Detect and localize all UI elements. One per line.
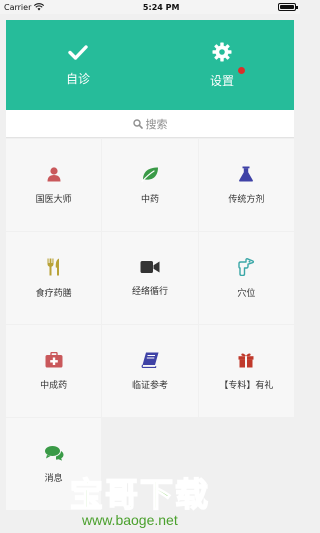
gift-icon [238, 352, 254, 367]
watermark-title: 宝哥下载 [69, 474, 210, 515]
carrier-label: Carrier [4, 2, 32, 12]
checkmark-icon [68, 44, 88, 60]
status-bar: Carrier 5:24 PM [0, 0, 300, 14]
flask-icon [239, 166, 254, 181]
fork-knife-icon [47, 258, 59, 275]
self-diagnosis-button[interactable]: 自诊 [6, 20, 150, 110]
video-camera-icon [140, 260, 160, 273]
menu-item-label: 经络循行 [131, 286, 168, 297]
hand-point-icon [238, 257, 255, 276]
medkit-icon [45, 351, 63, 367]
menu-item-herbs[interactable]: 中药 [102, 139, 198, 231]
menu-item-acupoints[interactable]: 穴位 [198, 232, 294, 324]
chat-icon [43, 444, 64, 461]
self-diagnosis-label: 自诊 [65, 71, 90, 86]
menu-item-label: 消息 [44, 473, 63, 484]
menu-item-label: 中成药 [40, 380, 68, 391]
header-panel: 自诊 设置 [6, 20, 294, 110]
book-icon [141, 352, 159, 368]
menu-item-patent-medicine[interactable]: 中成药 [6, 325, 102, 417]
settings-notification-badge [238, 67, 245, 74]
battery-icon [278, 3, 298, 11]
watermark: 宝哥下载 www.baoge.net [69, 468, 230, 528]
menu-grid: 国医大师 中药 传统方剂 食疗药膳 经络循行 穴位 中成药 临证参考 【专料】有… [6, 139, 294, 510]
status-time: 5:24 PM [142, 2, 180, 12]
menu-item-traditional-prescriptions[interactable]: 传统方剂 [198, 139, 294, 231]
menu-item-label: 临证参考 [131, 380, 168, 391]
search-bar[interactable]: 搜索 [6, 110, 294, 138]
search-icon [132, 118, 143, 129]
menu-item-gift[interactable]: 【专料】有礼 [198, 325, 294, 417]
menu-item-meridians[interactable]: 经络循行 [102, 232, 198, 324]
menu-item-clinical-reference[interactable]: 临证参考 [102, 325, 198, 417]
battery-level [280, 5, 294, 9]
status-left: Carrier [4, 2, 45, 12]
menu-item-master-physicians[interactable]: 国医大师 [6, 139, 102, 231]
person-icon [47, 166, 61, 181]
menu-item-label: 食疗药膳 [35, 288, 72, 299]
menu-item-label: 国医大师 [35, 194, 72, 205]
search-placeholder: 搜索 [145, 117, 168, 131]
menu-item-label: 中药 [140, 194, 159, 205]
settings-label: 设置 [209, 73, 234, 88]
leaf-icon [141, 167, 158, 182]
menu-item-label: 穴位 [237, 288, 256, 299]
gear-icon [212, 42, 232, 61]
settings-button[interactable]: 设置 [150, 20, 294, 110]
wifi-icon [34, 3, 45, 11]
menu-item-food-therapy[interactable]: 食疗药膳 [6, 232, 102, 324]
menu-item-label: 【专料】有礼 [219, 380, 274, 391]
menu-item-label: 传统方剂 [228, 194, 265, 205]
